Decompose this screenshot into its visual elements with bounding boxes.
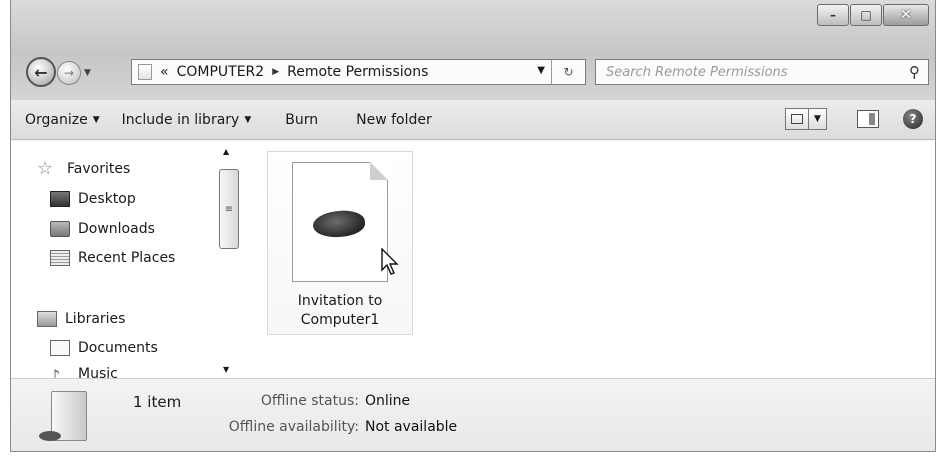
nav-recent-places-label: Recent Places (78, 250, 176, 266)
forward-arrow-icon: → (63, 66, 75, 80)
file-name: Invitation to Computer1 (268, 292, 412, 330)
scrollbar-thumb[interactable]: ≡ (219, 169, 239, 249)
nav-desktop[interactable]: Desktop (50, 191, 136, 207)
breadcrumb-separator-icon[interactable]: ▶ (272, 67, 279, 77)
nav-documents-label: Documents (78, 340, 158, 356)
file-item-invitation[interactable]: Invitation to Computer1 (267, 151, 413, 335)
scroll-up-icon[interactable]: ▲ (223, 147, 229, 156)
nav-scrollbar[interactable]: ▲ ≡ ▼ (217, 141, 239, 378)
scroll-down-icon[interactable]: ▼ (223, 365, 229, 374)
file-name-line2: Computer1 (300, 312, 380, 328)
nav-libraries-label: Libraries (65, 311, 126, 327)
nav-downloads-label: Downloads (78, 221, 155, 237)
command-bar: Organize ▼ Include in library ▼ Burn New f… (11, 100, 935, 140)
file-name-line1: Invitation to (297, 293, 383, 309)
nav-music-label: Music (78, 366, 118, 378)
preview-pane-button[interactable] (857, 110, 879, 128)
details-pane: 1 item Offline status: Online Offline av… (11, 378, 935, 451)
search-placeholder: Search Remote Permissions (606, 64, 788, 80)
view-icon (791, 114, 803, 124)
nav-recent-places[interactable]: Recent Places (50, 250, 175, 266)
offline-availability-value: Not available (365, 419, 458, 435)
refresh-icon: ↻ (563, 65, 574, 79)
search-input[interactable]: Search Remote Permissions ⚲ (595, 59, 929, 85)
explorer-window: – □ ✕ ← → ▼ « COMPUTER2 ▶ Remote Permiss… (10, 0, 936, 452)
address-bar[interactable]: « COMPUTER2 ▶ Remote Permissions ▼ ↻ (131, 59, 586, 85)
folder-icon (138, 64, 152, 80)
network-drive-icon (39, 391, 91, 441)
nav-desktop-label: Desktop (78, 191, 136, 207)
nav-favorites[interactable]: ☆ Favorites (37, 158, 131, 179)
back-arrow-icon: ← (34, 62, 48, 82)
include-in-library-label: Include in library (121, 111, 240, 128)
burn-button[interactable]: Burn (279, 108, 324, 132)
title-bar: – □ ✕ ← → ▼ « COMPUTER2 ▶ Remote Permiss… (11, 0, 935, 100)
libraries-icon (37, 311, 57, 327)
caption-buttons: – □ ✕ (816, 4, 929, 26)
breadcrumb-computer2[interactable]: COMPUTER2 (177, 64, 265, 80)
refresh-button[interactable]: ↻ (551, 60, 585, 84)
file-list: Invitation to Computer1 (243, 141, 935, 378)
address-dropdown-icon[interactable]: ▼ (537, 65, 545, 76)
desktop-icon (50, 191, 70, 207)
nav-music[interactable]: ♪ Music (50, 366, 118, 378)
recent-pages-dropdown[interactable]: ▼ (84, 68, 91, 78)
nav-favorites-label: Favorites (67, 161, 131, 177)
documents-icon (50, 340, 70, 356)
minimize-button[interactable]: – (817, 4, 849, 26)
breadcrumb-overflow[interactable]: « (160, 64, 169, 80)
recent-places-icon (50, 250, 70, 266)
chevron-down-icon: ▼ (244, 114, 252, 125)
nav-downloads[interactable]: Downloads (50, 221, 155, 237)
burn-label: Burn (285, 111, 319, 128)
include-in-library-menu[interactable]: Include in library ▼ (116, 108, 258, 132)
help-button[interactable]: ? (903, 109, 923, 129)
nav-libraries[interactable]: Libraries (37, 311, 125, 327)
organize-menu[interactable]: Organize ▼ (19, 108, 106, 132)
offline-status-label: Offline status: (260, 393, 359, 409)
organize-label: Organize (25, 111, 88, 128)
nav-documents[interactable]: Documents (50, 340, 158, 356)
downloads-icon (50, 221, 70, 237)
forward-button[interactable]: → (57, 61, 81, 85)
change-view-button[interactable] (785, 108, 809, 130)
offline-availability-label: Offline availability: (228, 419, 359, 435)
offline-status-value: Online (365, 393, 411, 409)
back-button[interactable]: ← (26, 57, 56, 87)
item-count: 1 item (133, 393, 182, 411)
music-icon: ♪ (50, 366, 61, 378)
maximize-button[interactable]: □ (850, 4, 882, 26)
invitation-file-icon (292, 162, 388, 282)
new-folder-button[interactable]: New folder (350, 108, 438, 132)
new-folder-label: New folder (356, 111, 432, 128)
close-button[interactable]: ✕ (883, 4, 929, 26)
navigation-pane: ☆ Favorites Desktop Downloads Recent Pla… (11, 141, 243, 378)
view-controls: ▼ ? (785, 108, 923, 130)
breadcrumb-remote-permissions[interactable]: Remote Permissions (287, 64, 428, 80)
chevron-down-icon: ▼ (92, 114, 100, 125)
search-icon[interactable]: ⚲ (909, 63, 920, 81)
mouse-cursor-icon (381, 248, 399, 275)
star-icon: ☆ (37, 158, 54, 179)
view-options-dropdown[interactable]: ▼ (809, 108, 827, 130)
